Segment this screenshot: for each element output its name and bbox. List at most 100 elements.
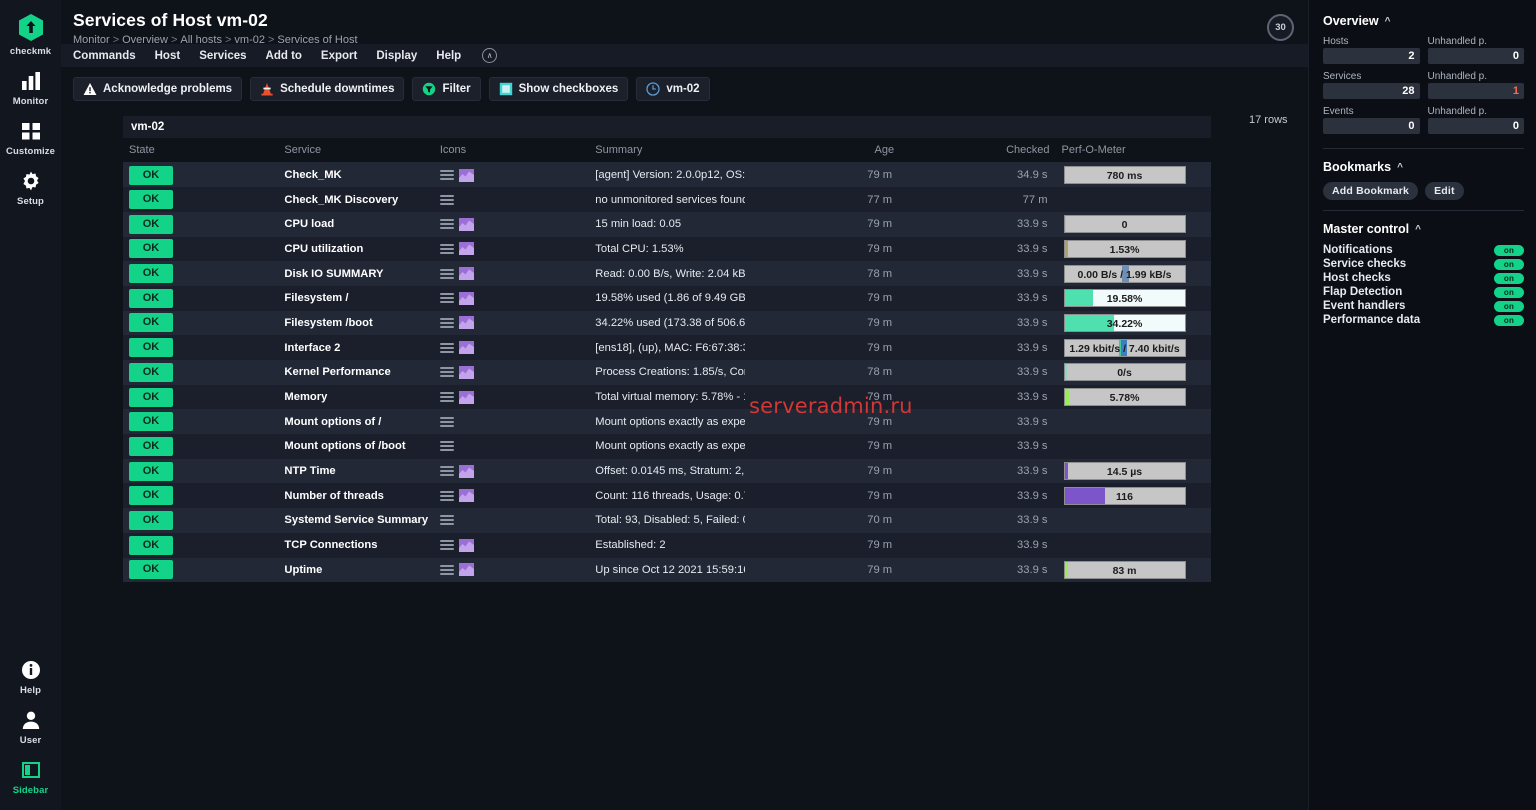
menu-hamburger-icon[interactable] xyxy=(439,564,454,576)
graph-icon[interactable] xyxy=(458,390,474,404)
status-badge[interactable]: OK xyxy=(129,535,173,555)
perf-o-meter[interactable]: 5.78% xyxy=(1063,388,1186,407)
column-header-icons[interactable]: Icons xyxy=(433,139,590,163)
status-badge[interactable]: OK xyxy=(129,560,173,580)
bookmark-button-add-bookmark[interactable]: Add Bookmark xyxy=(1323,182,1419,200)
bookmark-button-edit[interactable]: Edit xyxy=(1425,182,1464,200)
status-badge[interactable]: OK xyxy=(129,338,173,358)
master-control-toggle[interactable]: on xyxy=(1494,258,1524,270)
overview-entry-value[interactable]: 2 xyxy=(1323,48,1420,64)
cell-service-name[interactable]: Number of threads xyxy=(278,483,433,508)
overview-entry-value[interactable]: 0 xyxy=(1323,118,1420,134)
cell-service-name[interactable]: Systemd Service Summary xyxy=(278,508,433,533)
status-badge[interactable]: OK xyxy=(129,190,173,210)
status-badge[interactable]: OK xyxy=(129,362,173,382)
perf-o-meter[interactable]: 83 m xyxy=(1063,560,1186,579)
menu-hamburger-icon[interactable] xyxy=(439,218,454,230)
overview-entry-value[interactable]: 0 xyxy=(1427,118,1524,134)
table-row[interactable]: OK Mount options of / Mount options exactl… xyxy=(123,409,1211,435)
graph-icon[interactable] xyxy=(458,168,474,182)
status-badge[interactable]: OK xyxy=(129,165,173,185)
menu-item-host[interactable]: Host xyxy=(155,50,194,62)
brand-logo[interactable]: checkmk xyxy=(0,6,61,63)
cell-service-name[interactable]: CPU utilization xyxy=(278,237,433,262)
status-badge[interactable]: OK xyxy=(129,461,173,481)
menu-hamburger-icon[interactable] xyxy=(439,490,454,502)
cell-service-name[interactable]: TCP Connections xyxy=(278,533,433,558)
table-row[interactable]: OK Filesystem / 19.58% used (1.86 of 9.49 … xyxy=(123,285,1211,311)
menu-item-services[interactable]: Services xyxy=(199,50,259,62)
graph-icon[interactable] xyxy=(458,291,474,305)
menu-item-commands[interactable]: Commands xyxy=(73,50,149,62)
toolbar-button-schedule-downtimes[interactable]: Schedule downtimes xyxy=(250,77,405,101)
refresh-countdown-badge[interactable]: 30 xyxy=(1267,14,1294,41)
table-row[interactable]: OK Uptime Up since Oct 12 2021 15:59:16, U… xyxy=(123,557,1211,583)
menu-hamburger-icon[interactable] xyxy=(439,391,454,403)
snapin-bookmarks-header[interactable]: Bookmarks ^ xyxy=(1323,160,1524,174)
status-badge[interactable]: OK xyxy=(129,436,173,456)
graph-icon[interactable] xyxy=(458,489,474,503)
chevron-up-icon[interactable]: ∧ xyxy=(482,48,498,63)
master-control-toggle[interactable]: on xyxy=(1494,286,1524,298)
sidebar-item-user[interactable]: User xyxy=(0,702,61,752)
graph-icon[interactable] xyxy=(458,316,474,330)
status-badge[interactable]: OK xyxy=(129,264,173,284)
cell-service-name[interactable]: Mount options of / xyxy=(278,409,433,434)
column-header-state[interactable]: State xyxy=(123,139,279,163)
menu-hamburger-icon[interactable] xyxy=(439,514,454,526)
sidebar-item-help[interactable]: Help xyxy=(0,652,61,702)
master-control-toggle[interactable]: on xyxy=(1494,300,1524,312)
toolbar-button-vm-02[interactable]: vm-02 xyxy=(636,77,710,101)
table-row[interactable]: OK CPU load 15 min load: 0.05 79 m 33.9 s 0 xyxy=(123,211,1211,237)
perf-o-meter[interactable]: 116 xyxy=(1063,486,1186,505)
table-row[interactable]: OK NTP Time Offset: 0.0145 ms, Stratum: 2,… xyxy=(123,458,1211,484)
snapin-master-control-header[interactable]: Master control ^ xyxy=(1323,222,1524,236)
status-badge[interactable]: OK xyxy=(129,239,173,259)
menu-item-help[interactable]: Help xyxy=(436,50,474,62)
table-row[interactable]: OK Disk IO SUMMARY Read: 0.00 B/s, Write: … xyxy=(123,261,1211,286)
perf-o-meter[interactable]: 0/s xyxy=(1063,363,1186,382)
cell-service-name[interactable]: Filesystem /boot xyxy=(278,311,433,336)
perf-o-meter[interactable]: 780 ms xyxy=(1063,166,1186,185)
table-row[interactable]: OK Mount options of /boot Mount options ex… xyxy=(123,434,1211,459)
perf-o-meter[interactable]: 1.53% xyxy=(1063,239,1186,258)
toolbar-button-acknowledge-problems[interactable]: Acknowledge problems xyxy=(73,77,243,101)
menu-hamburger-icon[interactable] xyxy=(439,194,454,206)
perf-o-meter[interactable]: 0.00 B/s / 1.99 kB/s xyxy=(1063,264,1186,283)
cell-service-name[interactable]: Kernel Performance xyxy=(278,360,433,385)
perf-o-meter[interactable]: 34.22% xyxy=(1063,313,1186,332)
table-row[interactable]: OK Systemd Service Summary Total: 93, Disa… xyxy=(123,508,1211,533)
cell-service-name[interactable]: Check_MK xyxy=(278,163,433,188)
cell-service-name[interactable]: Mount options of /boot xyxy=(278,434,433,459)
graph-icon[interactable] xyxy=(458,341,474,355)
menu-hamburger-icon[interactable] xyxy=(439,539,454,551)
cell-service-name[interactable]: Filesystem / xyxy=(278,286,433,311)
master-control-toggle[interactable]: on xyxy=(1494,314,1524,326)
status-badge[interactable]: OK xyxy=(129,313,173,333)
cell-service-name[interactable]: Check_MK Discovery xyxy=(278,187,433,212)
perf-o-meter[interactable]: 0 xyxy=(1063,215,1186,234)
status-badge[interactable]: OK xyxy=(129,387,173,407)
menu-hamburger-icon[interactable] xyxy=(439,342,454,354)
breadcrumb-item[interactable]: All hosts xyxy=(180,34,222,46)
toolbar-button-show-checkboxes[interactable]: Show checkboxes xyxy=(488,77,629,101)
cell-service-name[interactable]: CPU load xyxy=(278,212,433,237)
table-row[interactable]: OK Check_MK Discovery no unmonitored servi… xyxy=(123,187,1211,212)
graph-icon[interactable] xyxy=(458,365,474,379)
menu-item-export[interactable]: Export xyxy=(321,50,370,62)
menu-hamburger-icon[interactable] xyxy=(439,169,454,181)
menu-hamburger-icon[interactable] xyxy=(439,440,454,452)
perf-o-meter[interactable]: 14.5 µs xyxy=(1063,462,1186,481)
table-row[interactable]: OK CPU utilization Total CPU: 1.53% 79 m 33.… xyxy=(123,236,1211,262)
table-row[interactable]: OK Kernel Performance Process Creations: 1… xyxy=(123,360,1211,385)
graph-icon[interactable] xyxy=(458,563,474,577)
column-header-summary[interactable]: Summary xyxy=(589,139,745,163)
breadcrumb-item[interactable]: vm-02 xyxy=(234,34,265,46)
table-row[interactable]: OK Interface 2 [ens18], (up), MAC: F6:67:3… xyxy=(123,335,1211,360)
status-badge[interactable]: OK xyxy=(129,412,173,432)
menu-hamburger-icon[interactable] xyxy=(439,366,454,378)
status-badge[interactable]: OK xyxy=(129,214,173,234)
overview-entry-value[interactable]: 0 xyxy=(1427,48,1524,64)
menu-item-display[interactable]: Display xyxy=(376,50,430,62)
overview-entry-value[interactable]: 28 xyxy=(1323,83,1420,99)
